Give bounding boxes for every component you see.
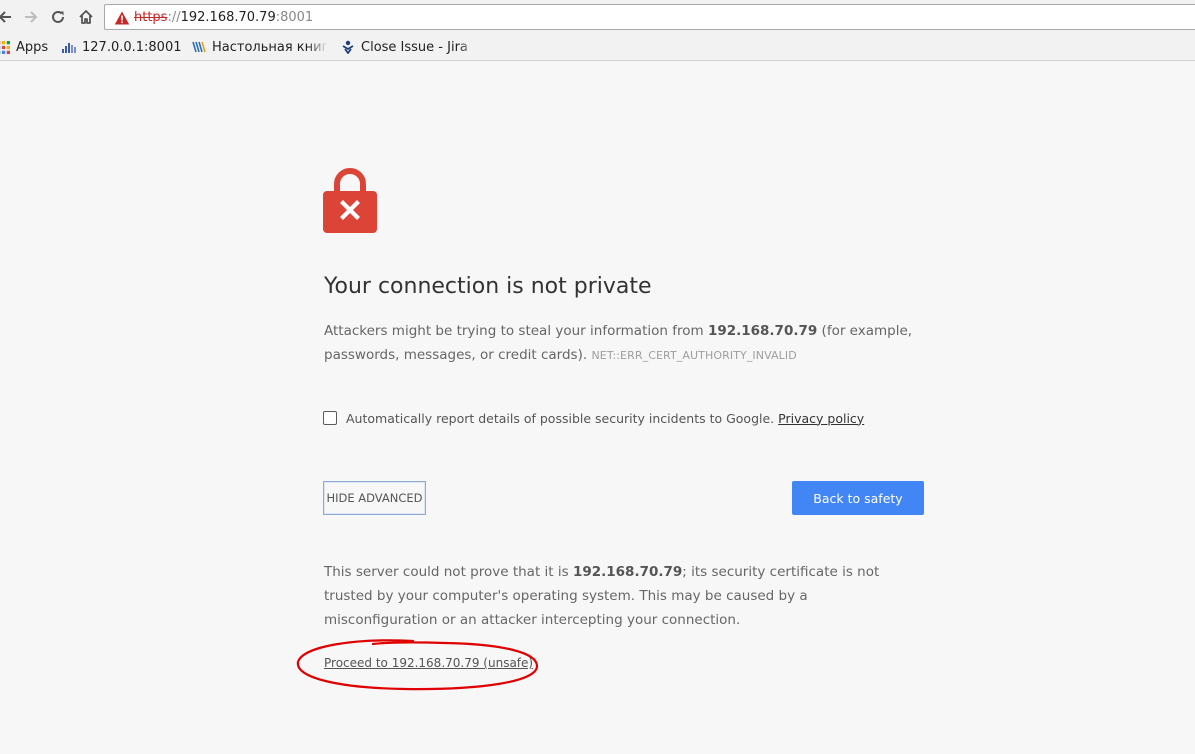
page-title: Your connection is not private bbox=[324, 274, 652, 299]
proceed-unsafe-link[interactable]: Proceed to 192.168.70.79 (unsafe) bbox=[324, 656, 533, 670]
home-icon[interactable] bbox=[75, 6, 97, 28]
url-port: :8001 bbox=[275, 10, 314, 25]
hide-advanced-button[interactable]: HIDE ADVANCED bbox=[323, 481, 426, 515]
broken-lock-icon bbox=[323, 168, 377, 233]
explanation-part1: Attackers might be trying to steal your … bbox=[324, 323, 708, 339]
browser-toolbar: https://192.168.70.79:8001 bbox=[0, 0, 1195, 35]
jira-icon bbox=[341, 40, 355, 54]
signal-bars-icon bbox=[62, 40, 76, 54]
reload-icon[interactable] bbox=[47, 6, 69, 28]
bookmark-jira[interactable]: Close Issue - Jira bbox=[341, 37, 479, 57]
explanation-text: Attackers might be trying to steal your … bbox=[324, 319, 924, 368]
report-checkbox[interactable] bbox=[323, 411, 337, 425]
book-icon bbox=[192, 40, 206, 54]
forward-arrow-icon[interactable] bbox=[20, 6, 42, 28]
url-text: https://192.168.70.79:8001 bbox=[134, 10, 313, 26]
bookmarks-bar: Apps 127.0.0.1:8001 Настольная книг Clos… bbox=[0, 35, 1195, 61]
bookmark-label: Настольная книг bbox=[212, 39, 328, 55]
bookmark-label: Apps bbox=[16, 39, 49, 55]
url-host: 192.168.70.79 bbox=[180, 10, 276, 25]
bookmark-localhost[interactable]: 127.0.0.1:8001 bbox=[62, 37, 182, 57]
url-scheme: https bbox=[134, 10, 168, 25]
bookmark-label: 127.0.0.1:8001 bbox=[82, 39, 182, 55]
report-option: Automatically report details of possible… bbox=[323, 408, 864, 428]
bookmark-label: Close Issue - Jira bbox=[361, 39, 468, 55]
url-scheme-separator: :// bbox=[167, 10, 181, 25]
details-part1: This server could not prove that it is bbox=[324, 564, 573, 580]
details-host: 192.168.70.79 bbox=[572, 564, 683, 580]
error-code[interactable]: NET::ERR_CERT_AUTHORITY_INVALID bbox=[591, 349, 796, 362]
bookmark-apps[interactable]: Apps bbox=[0, 37, 48, 57]
explanation-host: 192.168.70.79 bbox=[707, 323, 818, 339]
back-arrow-icon[interactable] bbox=[0, 6, 16, 28]
bookmark-handbook[interactable]: Настольная книг bbox=[192, 37, 328, 57]
privacy-policy-link[interactable]: Privacy policy bbox=[778, 411, 864, 426]
report-label: Automatically report details of possible… bbox=[346, 410, 775, 426]
address-bar[interactable]: https://192.168.70.79:8001 bbox=[104, 4, 1195, 30]
back-to-safety-button[interactable]: Back to safety bbox=[792, 481, 924, 515]
apps-grid-icon bbox=[0, 40, 10, 54]
advanced-details-text: This server could not prove that it is 1… bbox=[324, 560, 924, 632]
not-secure-warning-icon[interactable] bbox=[114, 10, 130, 26]
